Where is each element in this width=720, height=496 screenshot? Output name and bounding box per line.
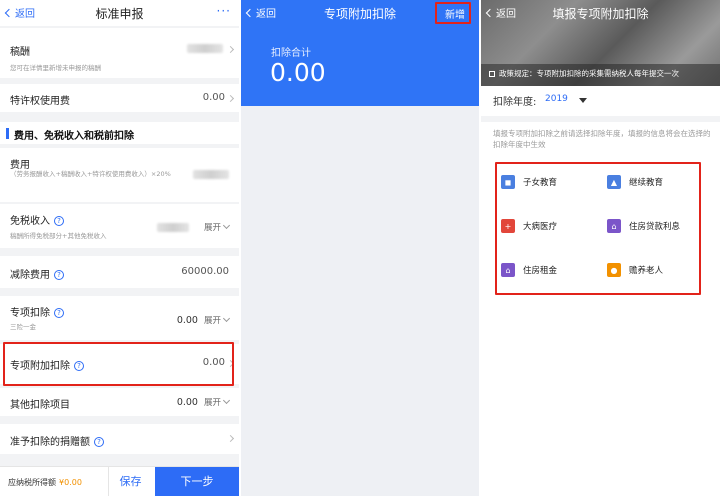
- tax-value: ¥0.00: [59, 478, 82, 487]
- franchise-row[interactable]: 特许权使用费 0.00: [0, 84, 239, 112]
- expense-value-blurred: [193, 170, 229, 179]
- expense-row: 费用 （劳务报酬收入+稿酬收入+特许权使用费收入）×20%: [0, 148, 239, 202]
- policy-notice: 政策规定：专项附加扣除的采集需纳税人每年提交一次: [489, 68, 679, 79]
- taxfree-expand[interactable]: 展开: [203, 221, 231, 233]
- section-header: 费用、免税收入和税前扣除: [0, 122, 239, 144]
- screenshot-composite: 返回 标准申报 ··· 稿酬 您可在详情里新增未申报的稿酬 特许权使用费 0.0…: [0, 0, 720, 496]
- tax-amount: 应纳税所得额 ¥0.00: [8, 477, 82, 488]
- standard-declaration-screen: 返回 标准申报 ··· 稿酬 您可在详情里新增未申报的稿酬 特许权使用费 0.0…: [0, 0, 239, 496]
- deduction-label-wrap: 减除费用?: [10, 266, 64, 281]
- save-button[interactable]: 保存: [108, 467, 152, 496]
- additional-deduction-screen: 返回 专项附加扣除 新增 扣除合计 0.00: [241, 0, 479, 496]
- header-area: 返回 专项附加扣除 新增 扣除合计 0.00: [241, 0, 479, 106]
- back-label: 返回: [496, 9, 516, 20]
- franchise-value: 0.00: [202, 92, 225, 103]
- royalty-row[interactable]: 稿酬 您可在详情里新增未申报的稿酬: [0, 28, 239, 78]
- year-label: 扣除年度:: [493, 97, 537, 108]
- year-value: 2019: [545, 94, 568, 104]
- other-deduction-row[interactable]: 其他扣除项目 0.00 展开: [0, 388, 239, 416]
- back-button[interactable]: 返回: [4, 5, 35, 20]
- chevron-down-icon: [222, 314, 231, 323]
- next-step-button[interactable]: 下一步: [155, 467, 239, 496]
- expand-label: 展开: [203, 316, 221, 326]
- donation-label-wrap: 准予扣除的捐赠额?: [10, 433, 104, 448]
- other-expand[interactable]: 0.00 展开: [176, 396, 231, 408]
- deduction-row: 减除费用? 60000.00: [0, 256, 239, 288]
- royalty-note: 您可在详情里新增未申报的稿酬: [10, 64, 101, 72]
- chevron-down-icon: [222, 396, 231, 405]
- taxfree-label-wrap: 免税收入?: [10, 212, 64, 227]
- chevron-right-icon: [226, 94, 235, 103]
- help-icon[interactable]: ?: [54, 308, 64, 318]
- other-label: 其他扣除项目: [10, 400, 70, 411]
- page-title: 专项附加扣除: [323, 6, 396, 21]
- nav-bar: 返回 填报专项附加扣除: [481, 0, 720, 26]
- help-icon[interactable]: ?: [54, 216, 64, 226]
- section-accent-bar: [6, 128, 9, 139]
- taxfree-value-blurred: [157, 223, 189, 232]
- donation-label: 准予扣除的捐赠额: [10, 437, 90, 448]
- special-value: 0.00: [176, 315, 198, 326]
- back-label: 返回: [256, 9, 276, 20]
- expand-label: 展开: [203, 398, 221, 408]
- highlight-box: [495, 162, 701, 295]
- deduction-value: 60000.00: [181, 266, 229, 277]
- special-label-wrap: 专项扣除?: [10, 304, 64, 319]
- deduction-label: 减除费用: [10, 270, 50, 281]
- back-button[interactable]: 返回: [485, 5, 516, 20]
- speaker-icon: [489, 71, 495, 77]
- taxfree-note: 稿酬所得免税部分+其他免税收入: [10, 232, 107, 240]
- donation-row[interactable]: 准予扣除的捐赠额?: [0, 424, 239, 454]
- footer-bar: 应纳税所得额 ¥0.00 保存 下一步: [0, 466, 239, 496]
- highlight-box: [435, 2, 471, 24]
- back-button[interactable]: 返回: [245, 5, 276, 20]
- page-title: 填报专项附加扣除: [552, 6, 649, 21]
- chevron-down-icon: [222, 221, 231, 230]
- total-value: 0.00: [270, 58, 326, 87]
- special-label: 专项扣除: [10, 308, 50, 319]
- special-expand[interactable]: 0.00 展开: [176, 314, 231, 326]
- fill-additional-deduction-screen: 返回 填报专项附加扣除 政策规定：专项附加扣除的采集需纳税人每年提交一次 扣除年…: [481, 0, 720, 496]
- taxfree-label: 免税收入: [10, 216, 50, 227]
- taxfree-row[interactable]: 免税收入? 稿酬所得免税部分+其他免税收入 展开: [0, 204, 239, 248]
- back-label: 返回: [15, 9, 35, 20]
- help-icon[interactable]: ?: [94, 437, 104, 447]
- chevron-right-icon: [226, 434, 235, 443]
- hint-text: 填报专项附加扣除之前请选择扣除年度，填报的信息将会在选择的扣除年度中生效: [493, 129, 711, 149]
- more-icon[interactable]: ···: [217, 4, 231, 18]
- expense-label: 费用: [10, 160, 30, 171]
- chevron-left-icon: [485, 8, 495, 17]
- help-icon[interactable]: ?: [54, 270, 64, 280]
- chevron-left-icon: [4, 8, 14, 17]
- year-selector[interactable]: 扣除年度: 2019: [481, 88, 720, 110]
- special-deduction-row[interactable]: 专项扣除? 三险一金 0.00 展开: [0, 296, 239, 340]
- notice-text: 政策规定：专项附加扣除的采集需纳税人每年提交一次: [499, 69, 679, 78]
- royalty-value-blurred: [187, 44, 223, 53]
- highlight-box: [3, 342, 234, 386]
- special-note: 三险一金: [10, 323, 36, 331]
- chevron-right-icon: [226, 45, 235, 54]
- expense-note: （劳务报酬收入+稿酬收入+特许权使用费收入）×20%: [10, 170, 171, 178]
- dropdown-caret-icon: [579, 98, 587, 103]
- page-title: 标准申报: [95, 6, 144, 21]
- section-title: 费用、免税收入和税前扣除: [14, 131, 134, 142]
- other-value: 0.00: [176, 397, 198, 408]
- divider: [481, 116, 720, 122]
- expand-label: 展开: [203, 223, 221, 233]
- nav-bar: 返回 标准申报 ···: [0, 0, 239, 26]
- total-label: 扣除合计: [271, 48, 311, 59]
- royalty-label: 稿酬: [10, 47, 30, 58]
- tax-label: 应纳税所得额: [8, 478, 56, 487]
- chevron-left-icon: [245, 8, 255, 17]
- franchise-label: 特许权使用费: [10, 96, 70, 107]
